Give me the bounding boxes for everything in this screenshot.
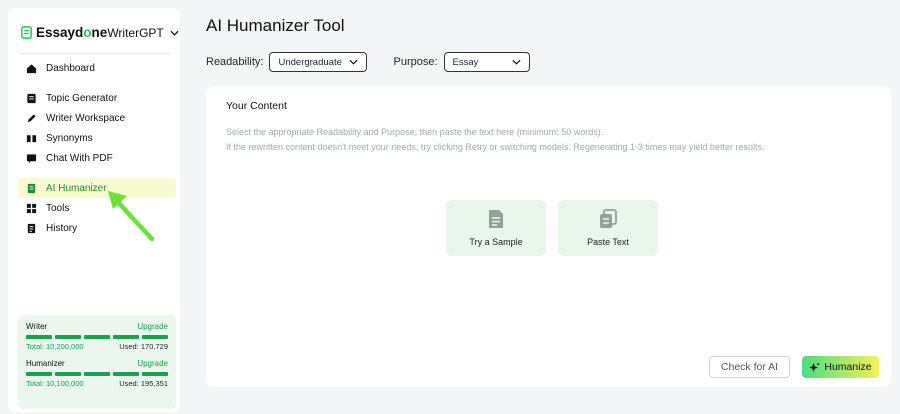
writer-usage-label: Writer: [26, 322, 48, 331]
readability-select[interactable]: Undergraduate: [269, 52, 368, 72]
sidebar-item-label: Chat With PDF: [46, 152, 113, 164]
try-sample-button[interactable]: Try a Sample: [446, 200, 546, 256]
sidebar-item-label: Topic Generator: [46, 92, 118, 104]
content-card: Your Content Select the appropriate Read…: [206, 86, 891, 387]
model-name: WriterGPT: [107, 25, 164, 40]
sidebar-item-dashboard[interactable]: Dashboard: [18, 58, 176, 78]
writer-usage-bar: [26, 335, 168, 339]
brand-logo[interactable]: Essaydone: [20, 25, 107, 40]
paste-text-label: Paste Text: [587, 237, 629, 247]
check-for-ai-button[interactable]: Check for AI: [709, 356, 790, 378]
humanizer-usage-label: Humanizer: [26, 359, 65, 368]
sidebar-item-label: Synonyms: [46, 132, 93, 144]
chevron-down-icon: [349, 59, 358, 65]
humanize-label: Humanize: [824, 361, 872, 373]
sidebar-item-chat-with-pdf[interactable]: Chat With PDF: [18, 148, 176, 168]
home-icon: [26, 63, 37, 74]
humanizer-doc-icon: [26, 183, 37, 194]
humanizer-used: Used: 195,351: [119, 379, 168, 388]
history-doc-icon: [26, 223, 37, 234]
writer-usage: Writer Upgrade Total: 10,200,000 Used: 1…: [26, 322, 168, 351]
chat-icon: [26, 153, 37, 164]
sidebar-item-label: Tools: [46, 202, 70, 214]
pen-icon: [26, 113, 37, 124]
sidebar-item-label: Dashboard: [46, 62, 95, 74]
sparkle-icon: [809, 361, 821, 372]
content-title: Your Content: [226, 100, 287, 112]
chevron-down-icon: [170, 30, 179, 36]
writer-total: Total: 10,200,000: [26, 342, 84, 351]
purpose-select[interactable]: Essay: [443, 52, 530, 72]
chevron-down-icon: [512, 59, 521, 65]
humanizer-usage-bar: [26, 372, 168, 376]
grid-icon: [26, 203, 37, 214]
humanizer-total: Total: 10,100,000: [26, 379, 84, 388]
sidebar-item-topic-generator[interactable]: Topic Generator: [18, 88, 176, 108]
purpose-label: Purpose:: [393, 56, 438, 68]
content-hint-2: If the rewritten content doesn't meet yo…: [226, 142, 765, 152]
brand-name-suffix: ne: [91, 25, 108, 40]
humanizer-upgrade-link[interactable]: Upgrade: [137, 359, 168, 368]
paste-text-button[interactable]: Paste Text: [558, 200, 658, 256]
sidebar-item-writer-workspace[interactable]: Writer Workspace: [18, 108, 176, 128]
try-sample-label: Try a Sample: [469, 237, 523, 247]
filter-bar: Readability: Undergraduate Purpose: Essa…: [206, 52, 530, 72]
brand-name-prefix: Essayd: [36, 25, 84, 40]
writer-upgrade-link[interactable]: Upgrade: [137, 322, 168, 331]
brand-name-mark: o: [83, 25, 92, 40]
content-hint-1: Select the appropriate Readability and P…: [226, 127, 604, 137]
document-logo-icon: [21, 26, 32, 39]
usage-panel: Writer Upgrade Total: 10,200,000 Used: 1…: [18, 315, 176, 409]
humanizer-usage: Humanizer Upgrade Total: 10,100,000 Used…: [26, 359, 168, 388]
readability-value: Undergraduate: [278, 56, 342, 68]
humanize-button[interactable]: Humanize: [802, 356, 879, 378]
sidebar-item-label: Writer Workspace: [46, 112, 126, 124]
brand-row: Essaydone WriterGPT: [20, 18, 179, 54]
book-icon: [26, 133, 37, 144]
document-icon: [26, 93, 37, 104]
model-selector[interactable]: WriterGPT: [107, 25, 179, 40]
pointer-arrow-annotation: [108, 191, 155, 242]
purpose-value: Essay: [452, 56, 479, 68]
writer-used: Used: 170,729: [119, 342, 168, 351]
sidebar-item-synonyms[interactable]: Synonyms: [18, 128, 176, 148]
page-title: AI Humanizer Tool: [206, 16, 345, 35]
paste-copy-icon: [600, 209, 617, 228]
readability-label: Readability:: [206, 56, 264, 68]
sidebar-item-label: AI Humanizer: [46, 182, 107, 194]
sample-document-icon: [489, 210, 503, 228]
sidebar-item-label: History: [46, 222, 78, 234]
